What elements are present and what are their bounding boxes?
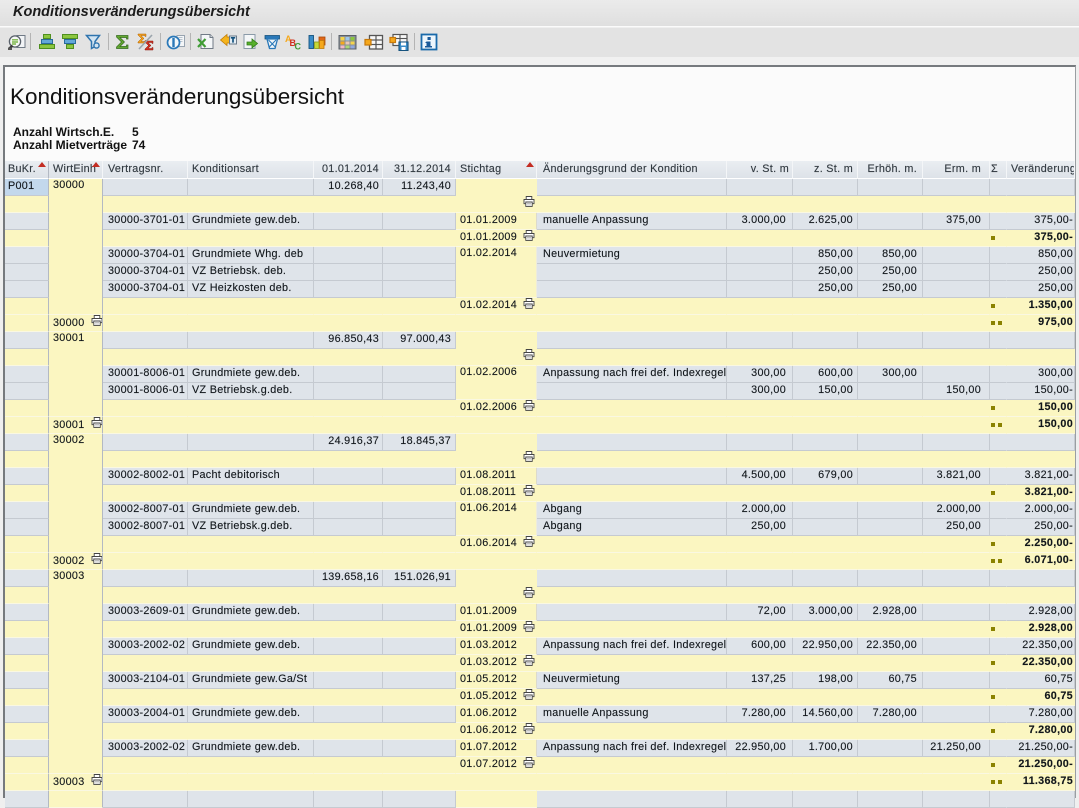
svg-text:C: C	[295, 42, 302, 52]
